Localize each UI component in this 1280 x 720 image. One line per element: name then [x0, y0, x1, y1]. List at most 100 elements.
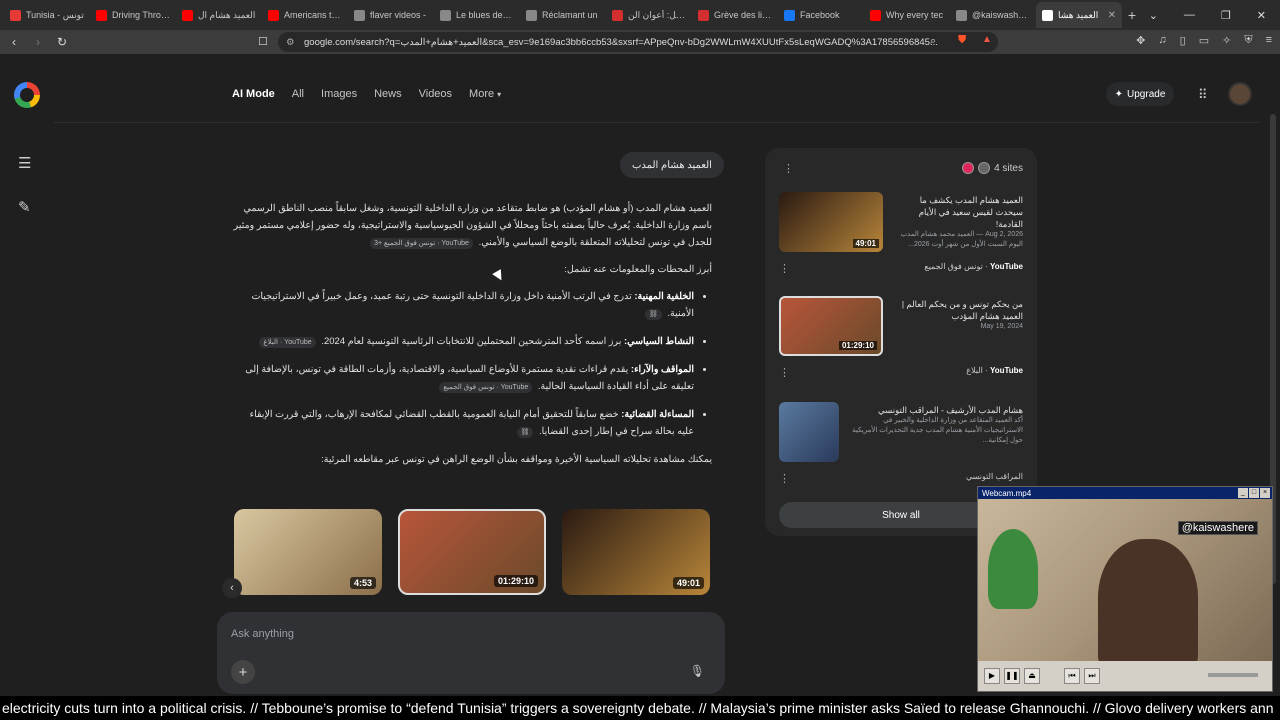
brave-rewards-icon[interactable]: ▲ [982, 34, 992, 45]
microphone-icon[interactable]: 🎙 [690, 664, 705, 678]
zoom-icon[interactable]: ⌕ [930, 35, 936, 48]
forward-icon[interactable]: › [28, 35, 48, 49]
volume-slider[interactable] [1208, 673, 1258, 677]
site-info-icon[interactable]: ⚙ [286, 37, 295, 48]
browser-tab[interactable]: flaver videos - [348, 2, 434, 28]
video-duration: 4:53 [349, 577, 376, 589]
source-text: هشام المدب الأرشيف - المراقب التونسي أكد… [851, 404, 1023, 446]
tab-favicon-icon [784, 9, 795, 21]
source-kebab-icon[interactable]: ⋮ [779, 366, 790, 379]
tab-title: Tunisia - تونس [26, 9, 84, 20]
browser-tab[interactable]: Why every tec [864, 2, 950, 28]
tab-news[interactable]: News [374, 88, 402, 100]
browser-tab[interactable]: Grève des livre [692, 2, 778, 28]
browser-tab[interactable]: Facebook [778, 2, 864, 28]
list-item: المواقف والآراء: يقدم قراءات نقدية مستمر… [232, 361, 694, 395]
bookmark-icon[interactable]: ☐ [258, 35, 268, 48]
extension-puzzle-icon[interactable]: ✥ [1136, 34, 1145, 47]
menu-icon[interactable]: ≡ [1266, 34, 1272, 47]
carousel-prev-button[interactable]: ‹ [222, 578, 242, 598]
new-chat-icon[interactable]: ✎ [18, 198, 31, 216]
tab-title: Why every tec [886, 10, 944, 20]
user-query-bubble: العميد هشام المدب [620, 152, 724, 178]
browser-tab[interactable]: @kaiswashere [950, 2, 1036, 28]
sources-kebab-icon[interactable]: ⋮ [783, 162, 794, 175]
source-kebab-icon[interactable]: ⋮ [779, 472, 790, 485]
google-logo[interactable] [14, 82, 40, 108]
link-chip[interactable]: ⛓ [516, 427, 534, 438]
reload-icon[interactable]: ↻ [52, 35, 72, 49]
browser-tab[interactable]: Le blues des lin [434, 2, 520, 28]
new-tab-button[interactable]: + [1122, 7, 1142, 23]
link-chip[interactable]: ⛓ [644, 309, 662, 320]
browser-tab[interactable]: العميد هشام ال [176, 2, 262, 28]
upgrade-button[interactable]: ✦ Upgrade [1106, 82, 1174, 106]
source-site: المراقب التونسي [965, 472, 1023, 481]
browser-tab[interactable]: Tunisia - تونس [4, 2, 90, 28]
source-thumbnail: 01:29:10 [779, 296, 883, 356]
back-icon[interactable]: ‹ [4, 35, 24, 49]
tab-title: Réclamant un [542, 10, 598, 20]
google-apps-icon[interactable]: ⠿ [1198, 87, 1208, 103]
video-thumbnail[interactable]: 49:01 [562, 509, 710, 595]
video-thumbnail[interactable]: 01:29:10 [398, 509, 546, 595]
maximize-icon[interactable]: ❐ [1221, 9, 1231, 22]
source-chip[interactable]: YouTube · البلاغ [259, 337, 316, 348]
source-channel: تونس فوق الجميع [924, 262, 983, 271]
browser-tab[interactable]: عاجل: أعوان الن [606, 2, 692, 28]
url-field[interactable]: ⚙ google.com/search?q=العميد+هشام+المدب&… [278, 32, 998, 52]
pause-icon[interactable]: ❚❚ [1004, 668, 1020, 684]
source-chip[interactable]: YouTube · تونس فوق الجميع [439, 382, 533, 393]
tab-ai-mode[interactable]: AI Mode [232, 88, 275, 100]
webcam-restore-icon[interactable]: □ [1249, 488, 1259, 498]
tab-more[interactable]: More ▾ [469, 88, 501, 100]
webcam-minimize-icon[interactable]: _ [1238, 488, 1248, 498]
player-controls: ▶ ❚❚ ⏏ ⏮ ⏭ [978, 661, 1272, 691]
list-item: المساءلة القضائية: خضع سابقاً للتحقيق أم… [232, 406, 694, 440]
browser-tab[interactable]: العميد هشا ✕ [1036, 2, 1122, 28]
browser-tab[interactable]: Americans told [262, 2, 348, 28]
chevron-down-icon: ▾ [497, 90, 502, 99]
close-tab-icon[interactable]: ✕ [1108, 10, 1116, 21]
tab-favicon-icon [268, 9, 279, 21]
ai-icon[interactable]: ✧ [1222, 34, 1231, 47]
vpn-icon[interactable]: ⛨ [1244, 34, 1252, 47]
webcam-close-icon[interactable]: × [1260, 488, 1270, 498]
wallet-icon[interactable]: ▭ [1199, 34, 1209, 47]
close-window-icon[interactable]: ✕ [1257, 9, 1266, 22]
search-tabs: AI Mode All Images News Videos More ▾ [232, 88, 518, 100]
tab-title: Driving Throug [112, 10, 170, 20]
tab-favicon-icon [96, 9, 107, 21]
source-title: من يحكم تونس و من يحكم العالم | العميد ه… [901, 299, 1023, 321]
browser-tab[interactable]: Driving Throug [90, 2, 176, 28]
tab-search-icon[interactable]: ⌄ [1149, 9, 1158, 22]
source-chip[interactable]: YouTube · تونس فوق الجميع +3 [370, 238, 473, 249]
list-item: الخلفية المهنية: تدرج في الرتب الأمنية د… [232, 288, 694, 322]
eject-icon[interactable]: ⏏ [1024, 668, 1040, 684]
music-icon[interactable]: ♫ [1158, 34, 1166, 47]
browser-tab[interactable]: Réclamant un [520, 2, 606, 28]
tab-favicon-icon [440, 9, 451, 21]
next-track-icon[interactable]: ⏭ [1084, 668, 1100, 684]
source-snippet: May 19, 2024 [980, 323, 1023, 330]
tab-videos[interactable]: Videos [419, 88, 452, 100]
sidebar-icon[interactable]: ▯ [1180, 34, 1186, 47]
sources-header[interactable]: 4 sites [962, 162, 1023, 174]
history-icon[interactable]: ☰ [18, 154, 31, 172]
webcam-titlebar[interactable]: Webcam.mp4 _ □ × [978, 487, 1272, 499]
webcam-video: @kaiswashere [978, 499, 1272, 661]
add-attachment-button[interactable]: + [231, 660, 255, 684]
brave-shield-icon[interactable]: ⛊ [958, 34, 966, 47]
tab-title: Le blues des lin [456, 10, 514, 20]
play-icon[interactable]: ▶ [984, 668, 1000, 684]
webcam-window-buttons: _ □ × [1238, 488, 1270, 498]
minimize-icon[interactable]: — [1184, 9, 1195, 21]
tab-all[interactable]: All [292, 88, 304, 100]
ask-anything-input[interactable]: Ask anything + 🎙 [217, 612, 725, 694]
video-thumbnail[interactable]: 4:53 [234, 509, 382, 595]
source-site: YouTube · البلاغ [966, 366, 1023, 375]
tab-images[interactable]: Images [321, 88, 357, 100]
source-kebab-icon[interactable]: ⋮ [779, 262, 790, 275]
prev-track-icon[interactable]: ⏮ [1064, 668, 1080, 684]
avatar[interactable] [1228, 82, 1252, 106]
